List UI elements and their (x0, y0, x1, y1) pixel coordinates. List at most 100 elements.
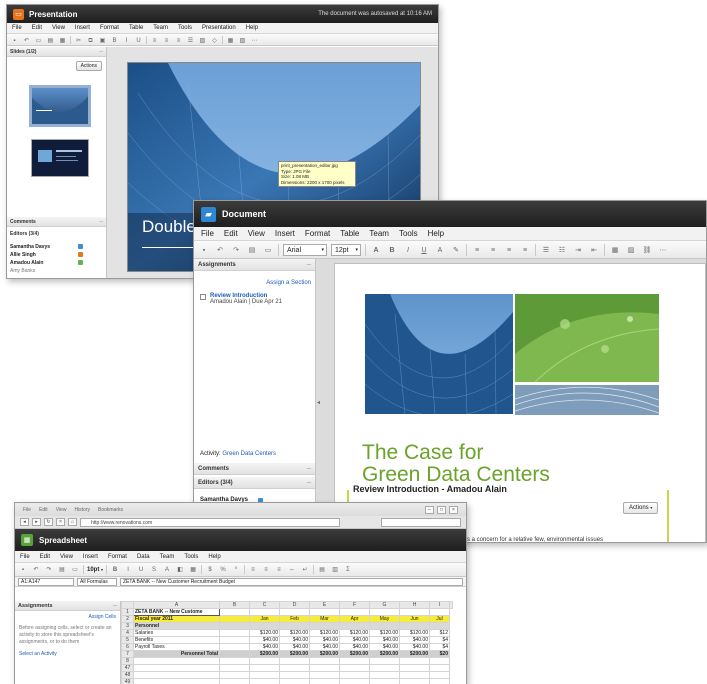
cell[interactable] (219, 615, 250, 623)
print-icon[interactable]: ▤ (46, 36, 55, 44)
arrange-icon[interactable]: ▧ (238, 36, 247, 44)
underline-icon[interactable]: U (136, 565, 146, 574)
bold-icon[interactable]: B (386, 244, 398, 256)
more-icon[interactable]: ⋯ (250, 36, 259, 44)
text-color-icon[interactable]: A (162, 565, 172, 574)
browser-menu-file[interactable]: File (23, 507, 31, 513)
reload-icon[interactable]: ↻ (44, 518, 53, 526)
document-menu-help[interactable]: Help (423, 227, 449, 240)
slide-thumbnail-1[interactable] (29, 85, 91, 127)
cell[interactable] (279, 608, 310, 616)
row-header[interactable]: 49 (121, 678, 134, 684)
cell[interactable] (133, 664, 220, 672)
cell[interactable] (339, 608, 370, 616)
align-right-icon[interactable]: ≡ (274, 565, 284, 574)
presentation-menu-table[interactable]: Table (124, 23, 148, 33)
cell[interactable] (219, 664, 250, 672)
cell[interactable] (249, 671, 280, 679)
collapse-icon[interactable]: ─ (113, 603, 117, 609)
italic-icon[interactable]: I (402, 244, 414, 256)
cell[interactable] (339, 657, 370, 665)
month-header[interactable]: May (369, 615, 400, 623)
cell[interactable] (339, 622, 370, 630)
row-header[interactable]: 8 (121, 657, 134, 665)
paste-icon[interactable]: ▣ (98, 36, 107, 44)
align-left-icon[interactable]: ≡ (248, 565, 258, 574)
month-header[interactable]: Jul (429, 615, 450, 623)
value-cell[interactable]: $40.00 (249, 643, 280, 651)
document-page[interactable]: The Case for Green Data Centers Review I… (334, 263, 706, 542)
row-header[interactable]: 1 (121, 608, 134, 616)
column-header[interactable]: C (249, 601, 280, 609)
value-cell[interactable]: $120.00 (399, 629, 430, 637)
presentation-menu-tools[interactable]: Tools (173, 23, 197, 33)
browser-menu-view[interactable]: View (56, 507, 67, 513)
image-icon[interactable]: ▨ (625, 244, 637, 256)
column-header[interactable]: B (219, 601, 250, 609)
column-header[interactable] (449, 601, 453, 609)
cell[interactable] (369, 622, 400, 630)
insert-icon[interactable]: ▦ (58, 36, 67, 44)
row-header[interactable]: 2 (121, 615, 134, 623)
column-header[interactable]: E (309, 601, 340, 609)
collapse-icon[interactable]: ─ (99, 49, 103, 55)
cell[interactable] (399, 678, 430, 684)
total-cell[interactable]: $200.00 (339, 650, 370, 658)
value-cell[interactable]: $40.00 (339, 643, 370, 651)
copy-icon[interactable]: ⧉ (86, 36, 95, 44)
cell[interactable] (369, 657, 400, 665)
value-cell[interactable]: $40.00 (369, 636, 400, 644)
browser-menu-history[interactable]: History (74, 507, 90, 513)
presentation-menu-help[interactable]: Help (241, 23, 263, 33)
save-icon[interactable]: ▪ (10, 36, 19, 44)
value-cell[interactable]: $120.00 (279, 629, 310, 637)
more-icon[interactable]: ⋯ (657, 244, 669, 256)
cell[interactable] (429, 657, 450, 665)
cell[interactable] (219, 608, 250, 616)
cell[interactable] (399, 671, 430, 679)
fiscal-cell[interactable]: Fiscal year 2011 (133, 615, 220, 623)
value-cell[interactable]: $40.00 (309, 643, 340, 651)
column-header[interactable]: A (133, 601, 220, 609)
image-icon[interactable]: ▨ (198, 36, 207, 44)
section-cell[interactable]: Personnel (133, 622, 220, 630)
cell[interactable] (309, 664, 340, 672)
align-center-icon[interactable]: ≡ (162, 36, 171, 44)
slides-actions-button[interactable]: Actions (75, 61, 102, 71)
value-cell[interactable]: $4 (429, 643, 450, 651)
table-icon[interactable]: ▦ (609, 244, 621, 256)
value-cell[interactable]: $40.00 (309, 636, 340, 644)
total-cell[interactable]: $200.00 (279, 650, 310, 658)
maximize-icon[interactable]: □ (437, 505, 446, 514)
value-cell[interactable]: $120.00 (249, 629, 280, 637)
preview-icon[interactable]: ▭ (262, 244, 274, 256)
cell[interactable] (309, 678, 340, 684)
row-header[interactable]: 48 (121, 671, 134, 679)
browser-menu-edit[interactable]: Edit (39, 507, 48, 513)
value-cell[interactable]: $40.00 (279, 643, 310, 651)
row-header[interactable]: 6 (121, 643, 134, 651)
minimize-icon[interactable]: – (425, 505, 434, 514)
presentation-menu-presentation[interactable]: Presentation (197, 23, 241, 33)
cell[interactable] (369, 678, 400, 684)
bold-icon[interactable]: B (110, 565, 120, 574)
value-cell[interactable]: $40.00 (399, 643, 430, 651)
document-menu-insert[interactable]: Insert (270, 227, 300, 240)
spreadsheet-menu-data[interactable]: Data (132, 551, 155, 562)
cell[interactable] (279, 671, 310, 679)
cell[interactable] (219, 671, 250, 679)
checkbox-icon[interactable] (200, 294, 206, 300)
presentation-menu-insert[interactable]: Insert (70, 23, 95, 33)
value-cell[interactable]: $4 (429, 636, 450, 644)
value-cell[interactable]: $40.00 (249, 636, 280, 644)
redo-icon[interactable]: ↷ (44, 565, 54, 574)
collapse-icon[interactable]: ─ (307, 466, 311, 472)
cell[interactable] (429, 664, 450, 672)
cell[interactable] (249, 678, 280, 684)
number-format-icon[interactable]: ⁰ (231, 565, 241, 574)
cell[interactable] (339, 664, 370, 672)
document-menu-table[interactable]: Table (335, 227, 364, 240)
row-header[interactable]: 4 (121, 629, 134, 637)
month-header[interactable]: Feb (279, 615, 310, 623)
cell[interactable] (399, 657, 430, 665)
